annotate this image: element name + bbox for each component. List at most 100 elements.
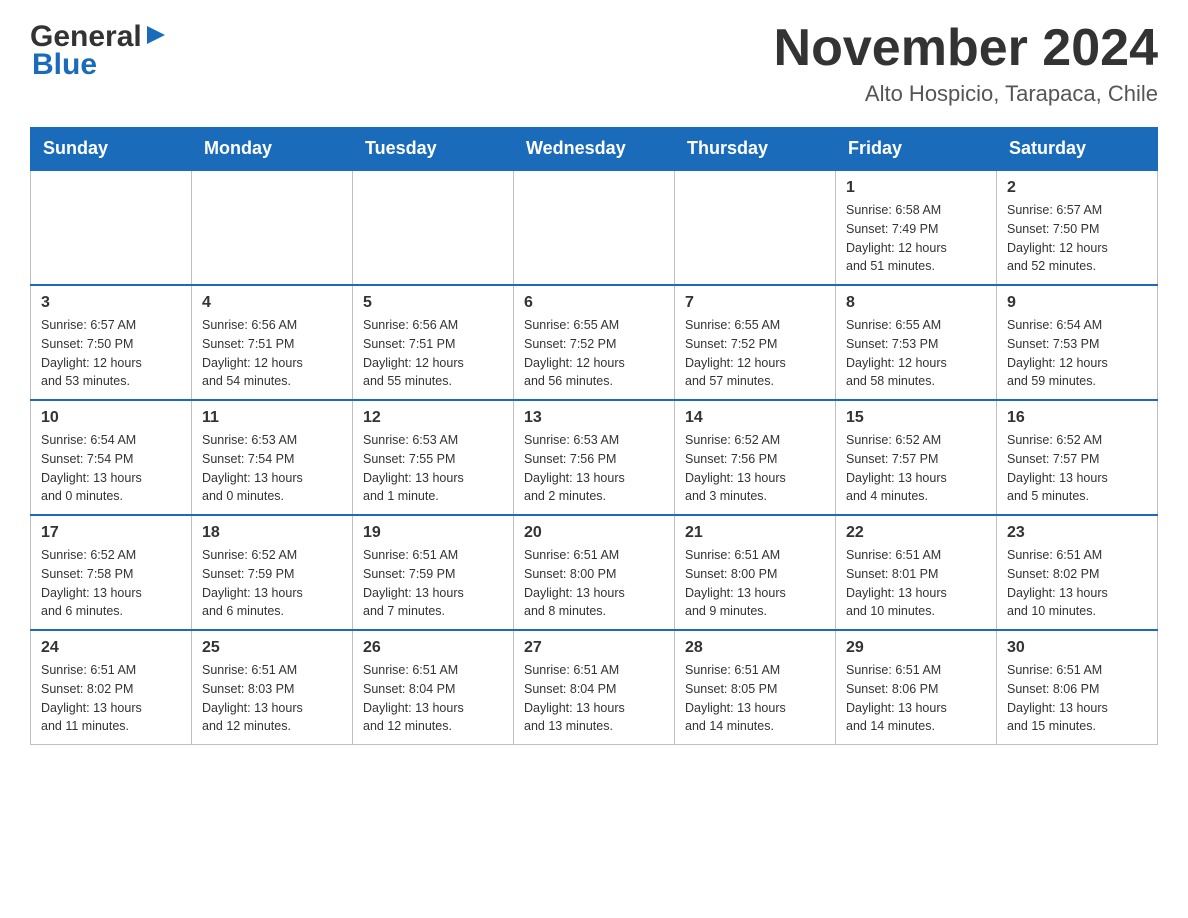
calendar-header-friday: Friday <box>836 128 997 171</box>
calendar-cell: 8 Sunrise: 6:55 AM Sunset: 7:53 PM Daylig… <box>836 285 997 400</box>
day-number: 19 <box>363 524 503 542</box>
calendar-header-tuesday: Tuesday <box>353 128 514 171</box>
calendar-cell: 4 Sunrise: 6:56 AM Sunset: 7:51 PM Daylig… <box>192 285 353 400</box>
day-number: 17 <box>41 524 181 542</box>
day-number: 18 <box>202 524 342 542</box>
day-info: Sunrise: 6:51 AM Sunset: 8:06 PM Dayligh… <box>1007 661 1147 736</box>
calendar-cell: 19 Sunrise: 6:51 AM Sunset: 7:59 PM Dayli… <box>353 515 514 630</box>
day-number: 12 <box>363 409 503 427</box>
calendar-week-3: 10 Sunrise: 6:54 AM Sunset: 7:54 PM Dayli… <box>31 400 1158 515</box>
day-info: Sunrise: 6:51 AM Sunset: 8:04 PM Dayligh… <box>363 661 503 736</box>
day-number: 15 <box>846 409 986 427</box>
calendar-cell: 12 Sunrise: 6:53 AM Sunset: 7:55 PM Dayli… <box>353 400 514 515</box>
day-info: Sunrise: 6:53 AM Sunset: 7:54 PM Dayligh… <box>202 431 342 506</box>
day-info: Sunrise: 6:52 AM Sunset: 7:59 PM Dayligh… <box>202 546 342 621</box>
calendar-week-4: 17 Sunrise: 6:52 AM Sunset: 7:58 PM Dayli… <box>31 515 1158 630</box>
day-number: 2 <box>1007 179 1147 197</box>
day-info: Sunrise: 6:52 AM Sunset: 7:56 PM Dayligh… <box>685 431 825 506</box>
calendar-cell: 7 Sunrise: 6:55 AM Sunset: 7:52 PM Daylig… <box>675 285 836 400</box>
calendar-cell: 6Sunrise: 6:55 AM Sunset: 7:52 PM Daylig… <box>514 285 675 400</box>
calendar-cell: 9 Sunrise: 6:54 AM Sunset: 7:53 PM Daylig… <box>997 285 1158 400</box>
day-number: 26 <box>363 639 503 657</box>
day-number: 22 <box>846 524 986 542</box>
calendar-cell: 30 Sunrise: 6:51 AM Sunset: 8:06 PM Dayli… <box>997 630 1158 745</box>
month-year-title: November 2024 <box>774 20 1158 77</box>
day-info: Sunrise: 6:52 AM Sunset: 7:58 PM Dayligh… <box>41 546 181 621</box>
day-info: Sunrise: 6:51 AM Sunset: 8:06 PM Dayligh… <box>846 661 986 736</box>
calendar-cell <box>514 170 675 285</box>
calendar-cell <box>675 170 836 285</box>
day-info: Sunrise: 6:55 AM Sunset: 7:53 PM Dayligh… <box>846 316 986 391</box>
day-number: 23 <box>1007 524 1147 542</box>
calendar-cell: 22 Sunrise: 6:51 AM Sunset: 8:01 PM Dayli… <box>836 515 997 630</box>
calendar-header-thursday: Thursday <box>675 128 836 171</box>
day-info: Sunrise: 6:53 AM Sunset: 7:55 PM Dayligh… <box>363 431 503 506</box>
title-block: November 2024 Alto Hospicio, Tarapaca, C… <box>774 20 1158 107</box>
day-number: 8 <box>846 294 986 312</box>
day-number: 11 <box>202 409 342 427</box>
logo-blue-text: Blue <box>30 48 97 82</box>
calendar-cell: 17 Sunrise: 6:52 AM Sunset: 7:58 PM Dayli… <box>31 515 192 630</box>
day-info: Sunrise: 6:51 AM Sunset: 8:03 PM Dayligh… <box>202 661 342 736</box>
day-info: Sunrise: 6:57 AM Sunset: 7:50 PM Dayligh… <box>1007 201 1147 276</box>
calendar-cell: 10 Sunrise: 6:54 AM Sunset: 7:54 PM Dayli… <box>31 400 192 515</box>
calendar-cell <box>192 170 353 285</box>
calendar-cell: 18 Sunrise: 6:52 AM Sunset: 7:59 PM Dayli… <box>192 515 353 630</box>
calendar-cell: 21 Sunrise: 6:51 AM Sunset: 8:00 PM Dayli… <box>675 515 836 630</box>
day-number: 13 <box>524 409 664 427</box>
calendar-cell: 11 Sunrise: 6:53 AM Sunset: 7:54 PM Dayli… <box>192 400 353 515</box>
day-info: Sunrise: 6:56 AM Sunset: 7:51 PM Dayligh… <box>363 316 503 391</box>
day-info: Sunrise: 6:51 AM Sunset: 7:59 PM Dayligh… <box>363 546 503 621</box>
calendar-week-2: 3Sunrise: 6:57 AM Sunset: 7:50 PM Daylig… <box>31 285 1158 400</box>
day-number: 1 <box>846 179 986 197</box>
day-info: Sunrise: 6:51 AM Sunset: 8:01 PM Dayligh… <box>846 546 986 621</box>
calendar-cell: 28 Sunrise: 6:51 AM Sunset: 8:05 PM Dayli… <box>675 630 836 745</box>
calendar-week-5: 24Sunrise: 6:51 AM Sunset: 8:02 PM Dayli… <box>31 630 1158 745</box>
day-number: 7 <box>685 294 825 312</box>
day-info: Sunrise: 6:56 AM Sunset: 7:51 PM Dayligh… <box>202 316 342 391</box>
day-info: Sunrise: 6:55 AM Sunset: 7:52 PM Dayligh… <box>524 316 664 391</box>
calendar-cell: 2 Sunrise: 6:57 AM Sunset: 7:50 PM Daylig… <box>997 170 1158 285</box>
day-number: 21 <box>685 524 825 542</box>
calendar-cell: 25 Sunrise: 6:51 AM Sunset: 8:03 PM Dayli… <box>192 630 353 745</box>
location-subtitle: Alto Hospicio, Tarapaca, Chile <box>774 81 1158 107</box>
logo-arrow-icon <box>145 24 167 51</box>
day-number: 14 <box>685 409 825 427</box>
day-number: 29 <box>846 639 986 657</box>
calendar-cell: 13 Sunrise: 6:53 AM Sunset: 7:56 PM Dayli… <box>514 400 675 515</box>
calendar-table: SundayMondayTuesdayWednesdayThursdayFrid… <box>30 127 1158 745</box>
day-info: Sunrise: 6:51 AM Sunset: 8:02 PM Dayligh… <box>1007 546 1147 621</box>
day-info: Sunrise: 6:51 AM Sunset: 8:00 PM Dayligh… <box>685 546 825 621</box>
day-number: 27 <box>524 639 664 657</box>
day-info: Sunrise: 6:58 AM Sunset: 7:49 PM Dayligh… <box>846 201 986 276</box>
calendar-cell: 20 Sunrise: 6:51 AM Sunset: 8:00 PM Dayli… <box>514 515 675 630</box>
day-number: 25 <box>202 639 342 657</box>
day-info: Sunrise: 6:55 AM Sunset: 7:52 PM Dayligh… <box>685 316 825 391</box>
calendar-cell: 27Sunrise: 6:51 AM Sunset: 8:04 PM Dayli… <box>514 630 675 745</box>
day-number: 30 <box>1007 639 1147 657</box>
day-number: 28 <box>685 639 825 657</box>
day-info: Sunrise: 6:52 AM Sunset: 7:57 PM Dayligh… <box>846 431 986 506</box>
day-number: 20 <box>524 524 664 542</box>
calendar-week-1: 1 Sunrise: 6:58 AM Sunset: 7:49 PM Daylig… <box>31 170 1158 285</box>
calendar-cell: 5Sunrise: 6:56 AM Sunset: 7:51 PM Daylig… <box>353 285 514 400</box>
calendar-cell: 3Sunrise: 6:57 AM Sunset: 7:50 PM Daylig… <box>31 285 192 400</box>
calendar-header-wednesday: Wednesday <box>514 128 675 171</box>
day-number: 9 <box>1007 294 1147 312</box>
day-info: Sunrise: 6:51 AM Sunset: 8:05 PM Dayligh… <box>685 661 825 736</box>
calendar-cell: 14 Sunrise: 6:52 AM Sunset: 7:56 PM Dayli… <box>675 400 836 515</box>
calendar-header-saturday: Saturday <box>997 128 1158 171</box>
day-info: Sunrise: 6:51 AM Sunset: 8:00 PM Dayligh… <box>524 546 664 621</box>
day-number: 4 <box>202 294 342 312</box>
calendar-cell: 26 Sunrise: 6:51 AM Sunset: 8:04 PM Dayli… <box>353 630 514 745</box>
page-header: General Blue November 2024 Alto Hospicio… <box>30 20 1158 107</box>
day-info: Sunrise: 6:54 AM Sunset: 7:54 PM Dayligh… <box>41 431 181 506</box>
day-info: Sunrise: 6:52 AM Sunset: 7:57 PM Dayligh… <box>1007 431 1147 506</box>
calendar-cell: 15 Sunrise: 6:52 AM Sunset: 7:57 PM Dayli… <box>836 400 997 515</box>
day-info: Sunrise: 6:53 AM Sunset: 7:56 PM Dayligh… <box>524 431 664 506</box>
calendar-header-sunday: Sunday <box>31 128 192 171</box>
day-number: 3 <box>41 294 181 312</box>
day-info: Sunrise: 6:54 AM Sunset: 7:53 PM Dayligh… <box>1007 316 1147 391</box>
calendar-cell: 24Sunrise: 6:51 AM Sunset: 8:02 PM Dayli… <box>31 630 192 745</box>
day-number: 10 <box>41 409 181 427</box>
